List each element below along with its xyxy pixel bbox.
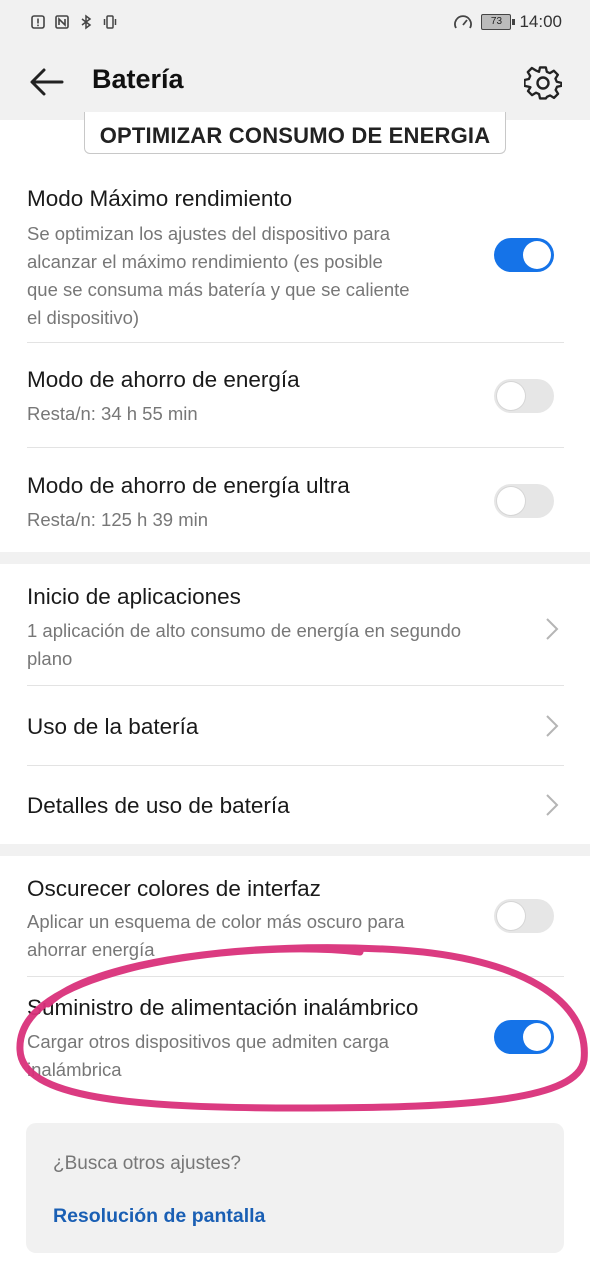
description-line: alcanzar el máximo rendimiento (es posib…: [27, 251, 383, 272]
optimize-energy-button[interactable]: OPTIMIZAR CONSUMO DE ENERGIA: [84, 112, 506, 154]
section-gap: [0, 844, 590, 856]
description-line: Aplicar un esquema de color más oscuro p…: [27, 911, 405, 932]
setting-power-saving[interactable]: Modo de ahorro de energía Resta/n: 34 h …: [0, 343, 590, 447]
alert-icon: [31, 15, 45, 29]
setting-description: 1 aplicación de alto consumo de energía …: [27, 617, 461, 673]
setting-title: Detalles de uso de batería: [27, 793, 290, 818]
description-line: Cargar otros dispositivos que admiten ca…: [27, 1031, 389, 1052]
status-bar: 73 14:00: [0, 0, 590, 44]
description-line: 1 aplicación de alto consumo de energía …: [27, 620, 462, 641]
wireless-reverse-charging-toggle[interactable]: [494, 1020, 554, 1054]
description-line: inalámbrica: [27, 1059, 122, 1080]
page-title: Batería: [92, 64, 184, 94]
darken-colors-toggle[interactable]: [494, 899, 554, 933]
status-icons-left: [30, 14, 118, 30]
description-line: el dispositivo): [27, 307, 140, 328]
description-line: ahorrar energía: [27, 939, 155, 960]
setting-title: Inicio de aplicaciones: [27, 584, 241, 609]
setting-app-launch[interactable]: Inicio de aplicaciones 1 aplicación de a…: [0, 564, 590, 685]
setting-title: Oscurecer colores de interfaz: [27, 876, 321, 901]
setting-title: Modo de ahorro de energía: [27, 367, 300, 392]
setting-ultra-power-saving[interactable]: Modo de ahorro de energía ultra Resta/n:…: [0, 448, 590, 552]
setting-description: Se optimizan los ajustes del dispositivo…: [27, 220, 410, 332]
setting-wireless-reverse-charging[interactable]: Suministro de alimentación inalámbrico C…: [0, 977, 590, 1097]
arrow-left-icon[interactable]: [28, 66, 64, 98]
setting-description: Cargar otros dispositivos que admiten ca…: [27, 1028, 389, 1084]
vibrate-icon: [103, 15, 117, 29]
setting-max-performance[interactable]: Modo Máximo rendimiento Se optimizan los…: [0, 170, 590, 342]
section-gap: [0, 552, 590, 564]
description-line: que se consuma más batería y que se cali…: [27, 279, 410, 300]
battery-level: 73: [490, 16, 503, 27]
ultra-power-saving-toggle[interactable]: [494, 484, 554, 518]
power-saving-toggle[interactable]: [494, 379, 554, 413]
setting-description: Resta/n: 125 h 39 min: [27, 509, 208, 530]
status-icons-right: 73 14:00: [453, 12, 562, 32]
gear-icon[interactable]: [524, 64, 562, 102]
setting-title: Uso de la batería: [27, 714, 199, 739]
setting-description: Resta/n: 34 h 55 min: [27, 403, 198, 424]
chevron-right-icon: [546, 794, 559, 816]
nfc-icon: [55, 15, 69, 29]
clock: 14:00: [519, 12, 562, 31]
description-line: Se optimizan los ajustes del dispositivo…: [27, 223, 390, 244]
battery-icon: 73: [481, 14, 516, 30]
setting-title: Modo de ahorro de energía ultra: [27, 473, 350, 498]
setting-title: Modo Máximo rendimiento: [27, 186, 293, 211]
description-line: plano: [27, 648, 73, 669]
chevron-right-icon: [546, 618, 559, 640]
speedometer-icon: [454, 15, 473, 29]
max-performance-toggle[interactable]: [494, 238, 554, 272]
suggestion-question: ¿Busca otros ajustes?: [53, 1153, 241, 1174]
setting-title: Suministro de alimentación inalámbrico: [27, 995, 419, 1020]
screen-resolution-link[interactable]: Resolución de pantalla: [53, 1205, 265, 1228]
setting-battery-usage-details[interactable]: Detalles de uso de batería: [0, 766, 590, 844]
setting-battery-usage[interactable]: Uso de la batería: [0, 686, 590, 765]
setting-description: Aplicar un esquema de color más oscuro p…: [27, 908, 404, 964]
bluetooth-icon: [81, 14, 92, 30]
setting-darken-colors[interactable]: Oscurecer colores de interfaz Aplicar un…: [0, 856, 590, 976]
suggestion-card: ¿Busca otros ajustes? Resolución de pant…: [26, 1123, 564, 1253]
app-bar: Batería: [0, 44, 590, 120]
chevron-right-icon: [546, 715, 559, 737]
